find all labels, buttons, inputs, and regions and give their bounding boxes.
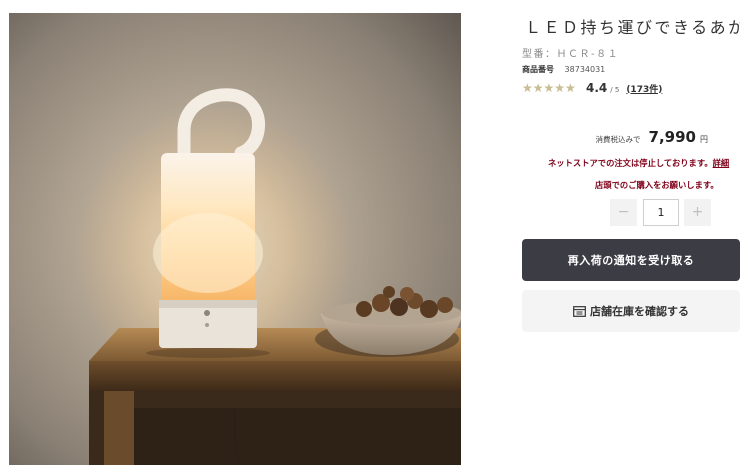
product-number: 商品番号 38734031 [522, 64, 605, 75]
order-stopped-text: ネットストアでの注文は停止しております。 [548, 158, 713, 168]
order-stopped-notice: ネットストアでの注文は停止しております。詳細 [548, 157, 740, 171]
star-rating-filled: ★★★★★ [522, 81, 575, 95]
price: 消費税込みで 7,990 円 [596, 128, 708, 146]
check-store-stock-button[interactable]: 店舗在庫を確認する [522, 290, 740, 332]
restock-notify-label: 再入荷の通知を受け取る [567, 254, 695, 267]
store-icon [573, 305, 586, 317]
model-number: 型番：ＨＣＲ-８１ [522, 49, 620, 60]
restock-notify-button[interactable]: 再入荷の通知を受け取る [522, 239, 740, 281]
rating-score: 4.4 [586, 81, 608, 95]
quantity-stepper: − 1 + [610, 199, 713, 226]
product-number-value: 38734031 [564, 65, 606, 74]
star-rating-icon: ★★★★★ ★★★★★ [522, 81, 582, 95]
rating-row: ★★★★★ ★★★★★ 4.4 / 5 (173件) [522, 80, 662, 96]
quantity-input[interactable]: 1 [643, 199, 679, 226]
in-store-purchase-notice: 店頭でのご購入をお願いします。 [595, 180, 719, 190]
product-number-label: 商品番号 [522, 65, 554, 74]
details-link[interactable]: 詳細 [713, 158, 730, 168]
price-amount: 7,990 [648, 128, 696, 146]
quantity-decrease-button[interactable]: − [610, 199, 637, 226]
product-title: ＬＥＤ持ち運びできるあかり [525, 18, 740, 37]
quantity-increase-button[interactable]: + [684, 199, 711, 226]
check-store-stock-label: 店舗在庫を確認する [590, 305, 689, 318]
tax-label: 消費税込みで [595, 135, 641, 144]
rating-scale: / 5 [610, 86, 620, 94]
review-count-link[interactable]: (173件) [626, 82, 662, 95]
product-image [9, 13, 461, 465]
price-currency: 円 [700, 135, 708, 144]
